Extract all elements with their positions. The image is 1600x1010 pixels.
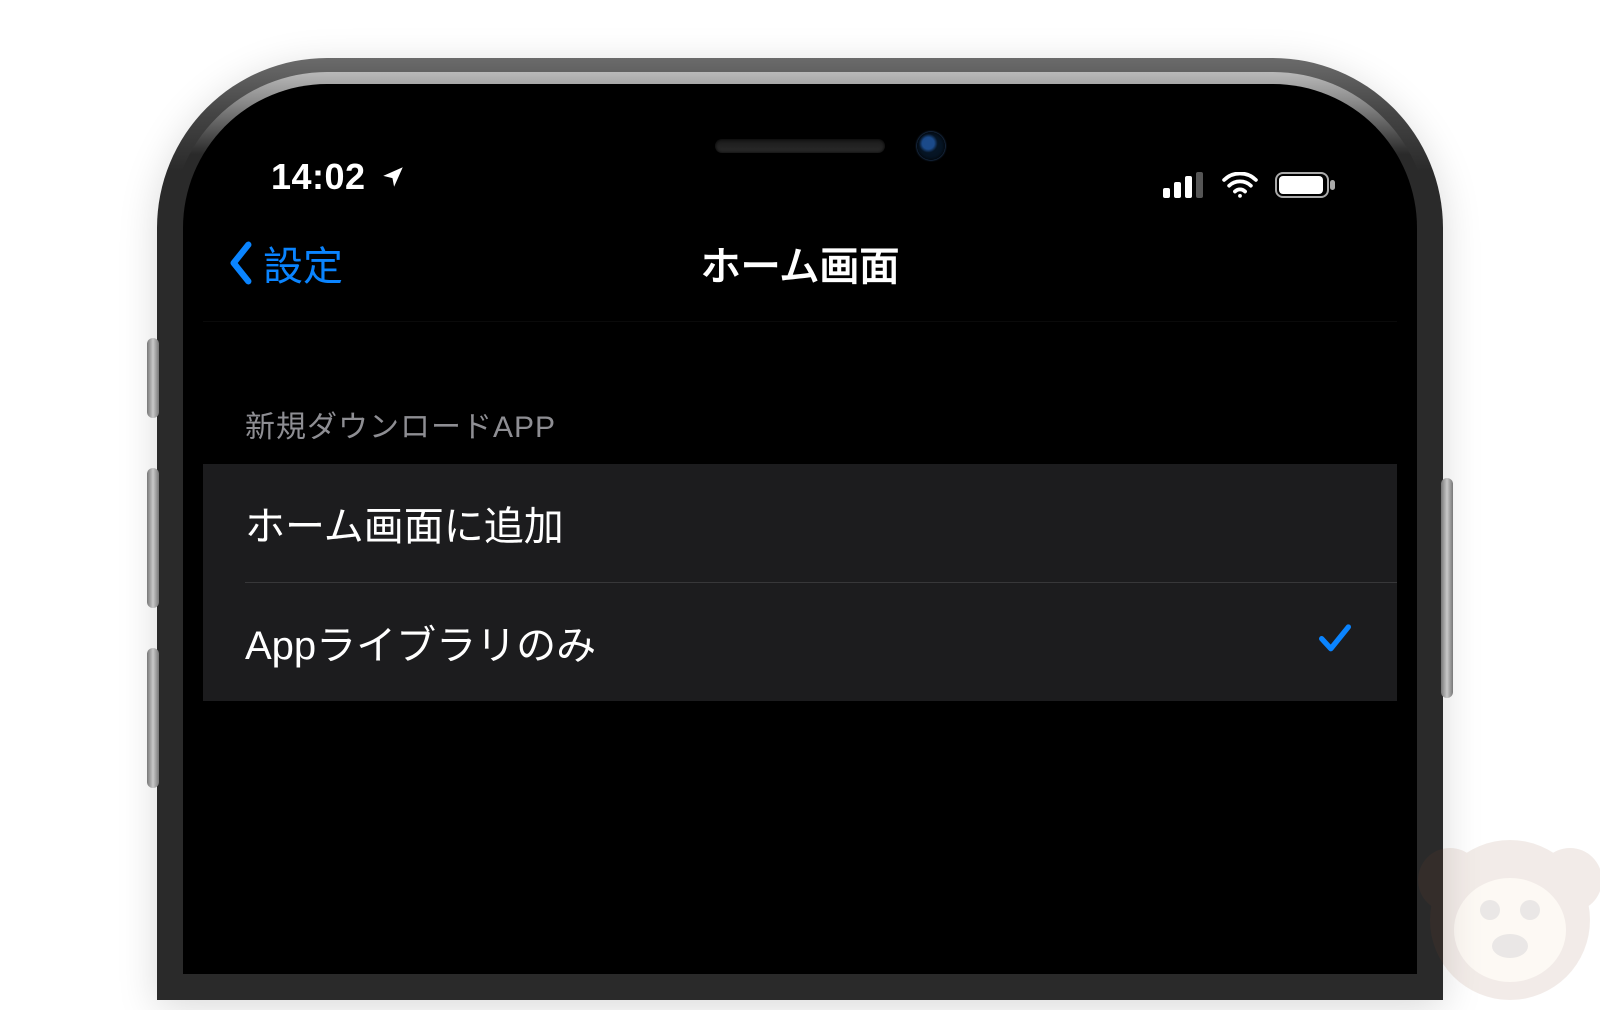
phone-frame: 14:02 xyxy=(157,58,1443,1000)
back-button[interactable]: 設定 xyxy=(203,234,343,292)
checkmark-icon xyxy=(1315,617,1355,667)
screen: 14:02 xyxy=(203,104,1397,954)
volume-down-button xyxy=(147,648,159,788)
mute-switch xyxy=(147,338,159,418)
settings-content: 新規ダウンロードAPP ホーム画面に追加 Appライブラリのみ 通知バッジ xyxy=(203,322,1397,775)
back-label: 設定 xyxy=(263,234,343,292)
option-app-library-only[interactable]: Appライブラリのみ xyxy=(203,583,1397,701)
power-button xyxy=(1441,478,1453,698)
earpiece-speaker xyxy=(715,139,885,153)
front-camera xyxy=(917,132,945,160)
navigation-bar: 設定 ホーム画面 xyxy=(203,204,1397,322)
notch xyxy=(520,104,1080,188)
status-time: 14:02 xyxy=(271,156,366,198)
volume-up-button xyxy=(147,468,159,608)
option-label: ホーム画面に追加 xyxy=(245,494,564,552)
cellular-icon xyxy=(1163,172,1205,198)
new-downloads-options: ホーム画面に追加 Appライブラリのみ xyxy=(203,464,1397,701)
section-header-notification-badges: 通知バッジ xyxy=(203,701,1397,775)
location-icon xyxy=(380,164,406,190)
wifi-icon xyxy=(1221,172,1259,198)
section-header-new-downloads: 新規ダウンロードAPP xyxy=(203,322,1397,464)
chevron-left-icon xyxy=(227,241,255,285)
option-add-to-home[interactable]: ホーム画面に追加 xyxy=(203,464,1397,582)
battery-icon xyxy=(1275,172,1337,198)
option-label: Appライブラリのみ xyxy=(245,613,596,671)
page-title: ホーム画面 xyxy=(203,234,1397,292)
